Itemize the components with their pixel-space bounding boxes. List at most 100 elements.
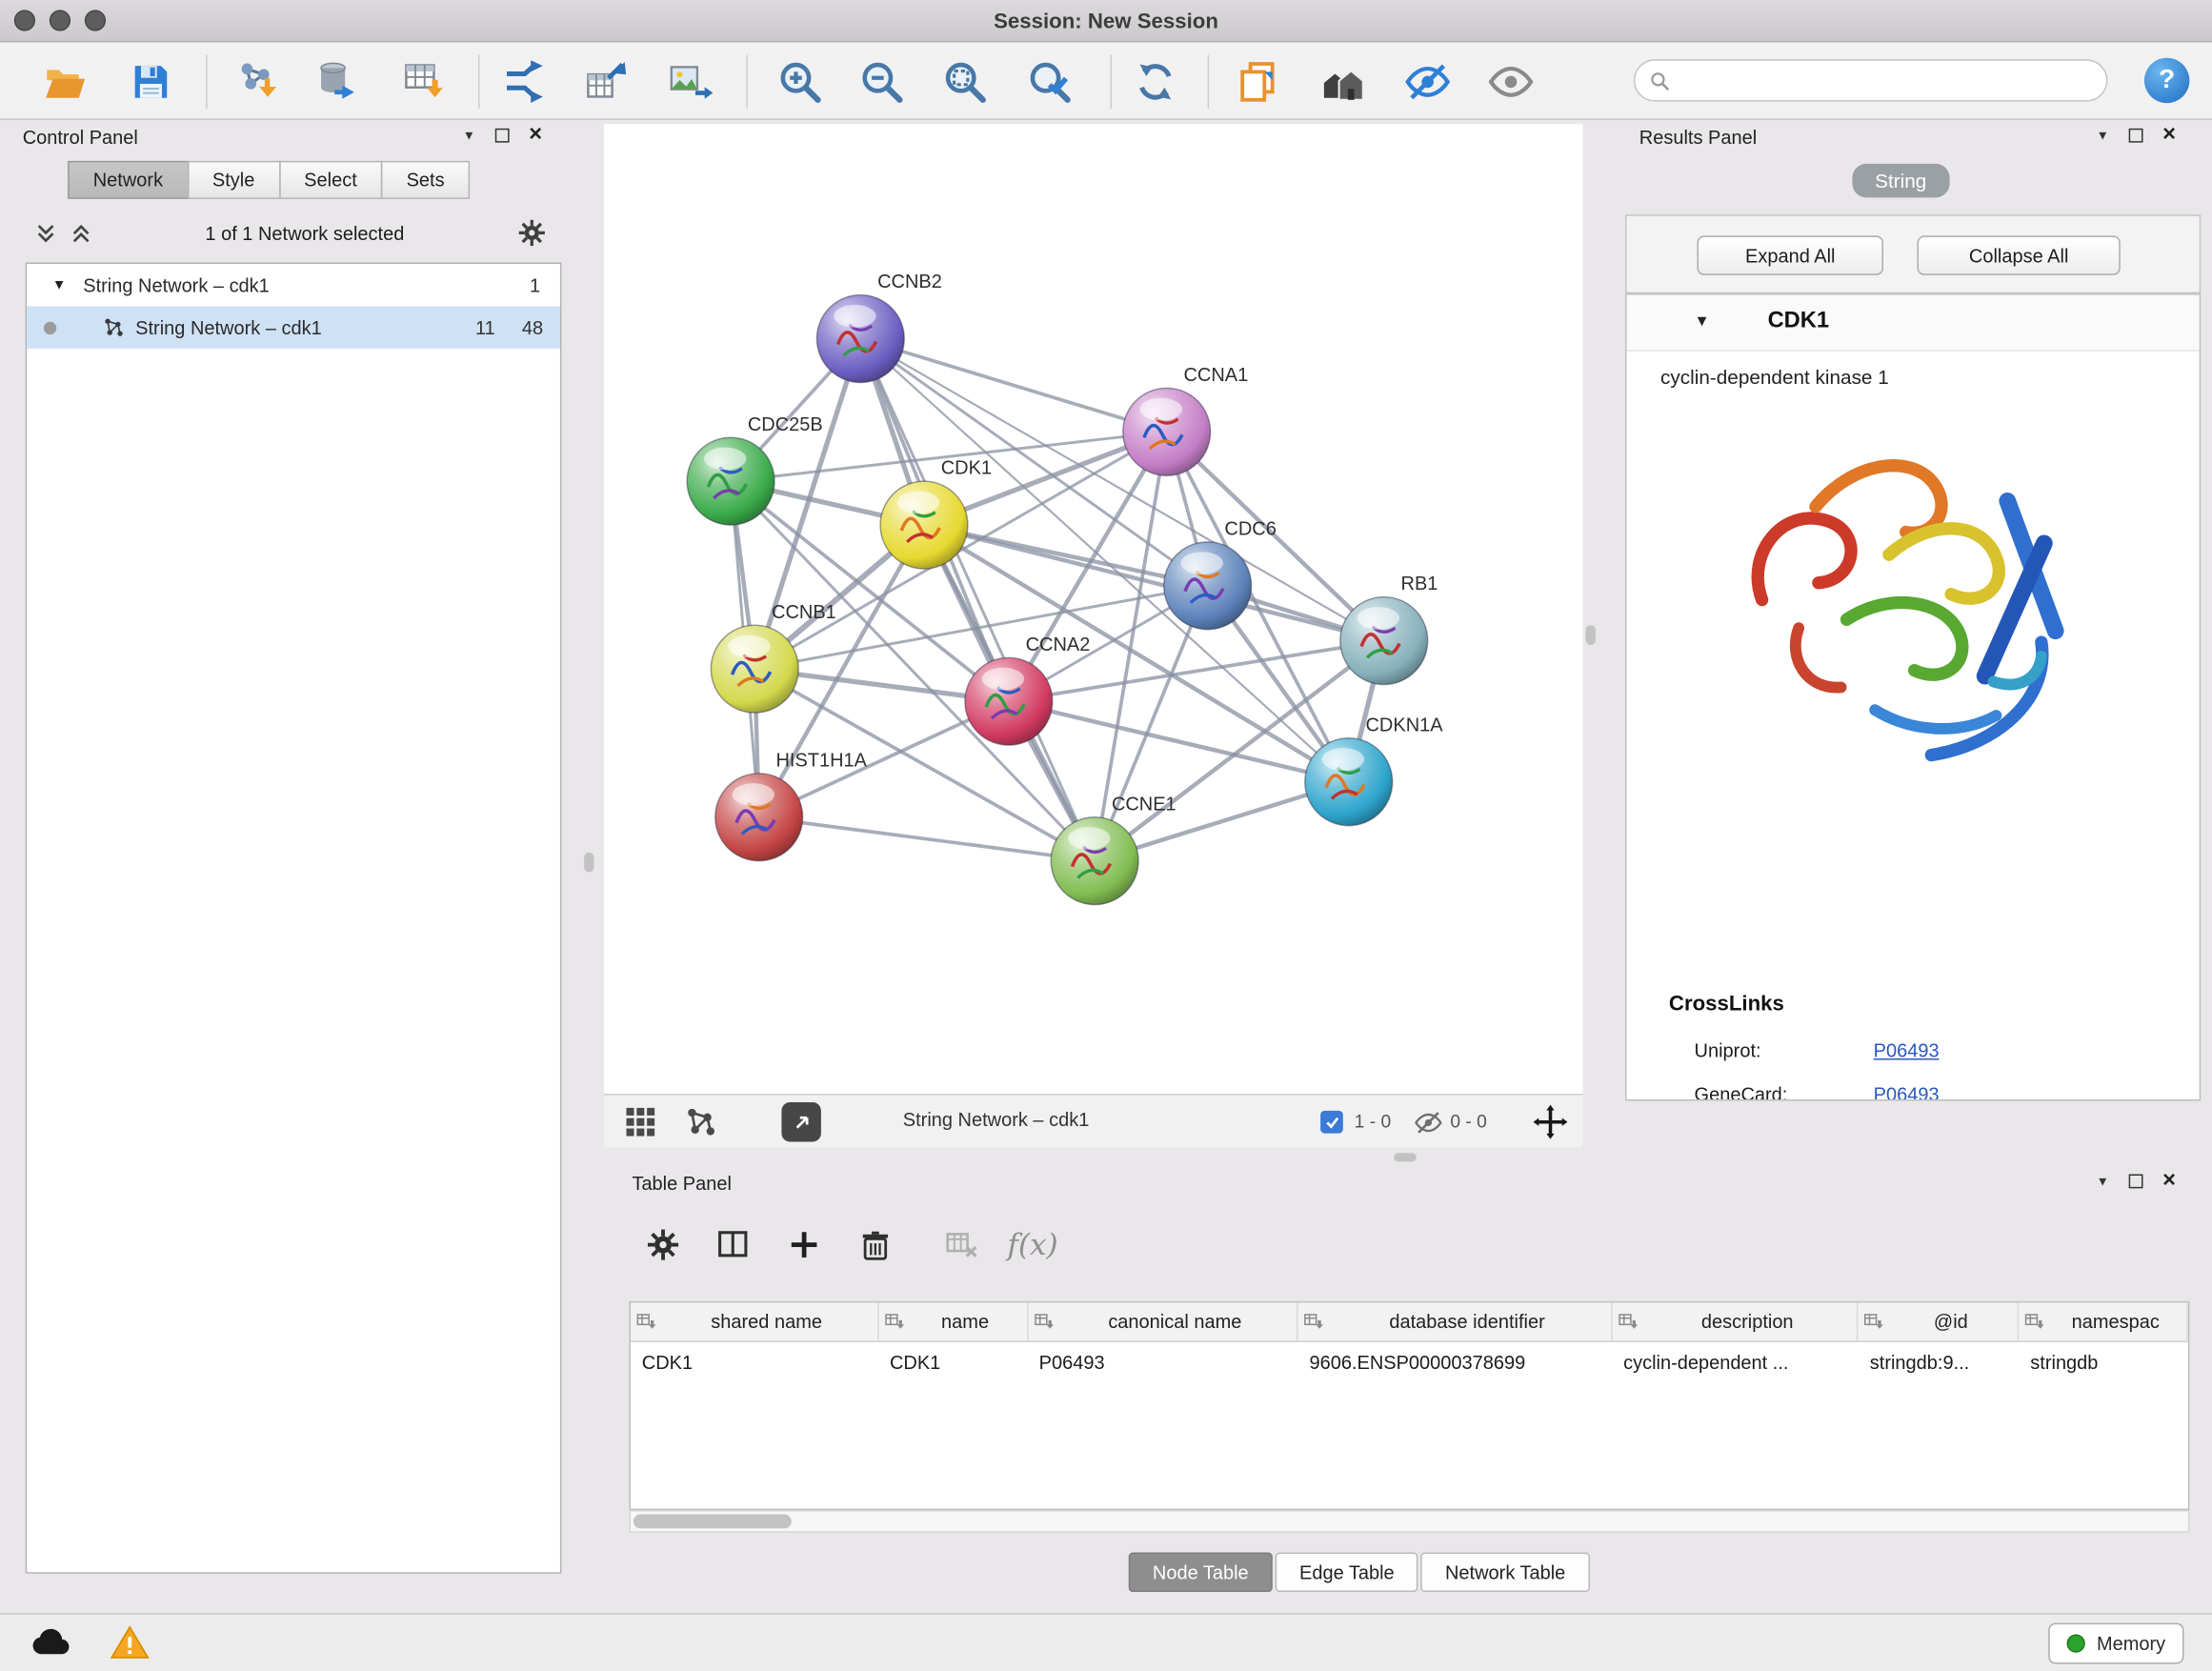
edge-CCNE1-HIST1H1A[interactable] bbox=[759, 817, 1095, 861]
network-collection-row[interactable]: ▼ String Network – cdk1 1 bbox=[27, 264, 560, 306]
birdseye-view-button[interactable] bbox=[624, 1105, 658, 1146]
crosslink-value[interactable]: P06493 bbox=[1874, 1040, 1940, 1061]
add-column-button[interactable] bbox=[775, 1217, 832, 1273]
network-row-selected[interactable]: String Network – cdk1 11 48 bbox=[27, 306, 560, 348]
string-source-badge[interactable]: String bbox=[1852, 164, 1949, 198]
save-session-button[interactable] bbox=[118, 50, 183, 114]
zoom-fit-button[interactable] bbox=[933, 50, 997, 114]
panel-menu-icon[interactable]: ▼ bbox=[2097, 129, 2109, 143]
column-header[interactable]: shared name bbox=[631, 1302, 878, 1340]
delete-column-button[interactable] bbox=[847, 1217, 903, 1273]
collapse-all-icon[interactable] bbox=[34, 221, 58, 245]
tab-edge-table[interactable]: Edge Table bbox=[1276, 1553, 1418, 1592]
panel-float-icon[interactable] bbox=[495, 129, 510, 143]
node-CCNA2[interactable] bbox=[965, 657, 1053, 745]
open-session-button[interactable] bbox=[32, 50, 97, 114]
node-CCNA1[interactable] bbox=[1123, 388, 1211, 475]
node-CDKN1A[interactable] bbox=[1305, 738, 1393, 826]
collapse-all-button[interactable]: Collapse All bbox=[1918, 235, 2121, 274]
node-CCNE1[interactable] bbox=[1051, 817, 1138, 905]
table-cell[interactable]: 9606.ENSP00000378699 bbox=[1298, 1342, 1613, 1381]
node-HIST1H1A[interactable] bbox=[715, 774, 803, 861]
disclosure-triangle-icon[interactable]: ▼ bbox=[1695, 313, 1710, 331]
node-CDK1[interactable] bbox=[880, 481, 968, 569]
show-columns-button[interactable] bbox=[705, 1217, 761, 1273]
expand-all-button[interactable]: Expand All bbox=[1698, 235, 1883, 274]
panel-menu-icon[interactable]: ▼ bbox=[2097, 1175, 2109, 1189]
column-header[interactable]: database identifier bbox=[1298, 1302, 1613, 1340]
delete-table-button-disabled[interactable] bbox=[934, 1217, 990, 1273]
import-network-from-file-button[interactable] bbox=[226, 50, 291, 114]
new-network-from-table-button[interactable] bbox=[574, 50, 639, 114]
search-input[interactable] bbox=[1679, 70, 2092, 91]
show-all-button[interactable] bbox=[1478, 50, 1543, 114]
detach-view-button[interactable] bbox=[781, 1102, 820, 1141]
edge-CDK1-RB1[interactable] bbox=[924, 525, 1384, 640]
selected-checkbox-icon[interactable] bbox=[1320, 1111, 1343, 1134]
network-overview-button[interactable] bbox=[683, 1105, 717, 1146]
panel-close-icon[interactable]: × bbox=[2162, 129, 2176, 143]
table-cell[interactable]: cyclin-dependent ... bbox=[1612, 1342, 1859, 1381]
tab-style[interactable]: Style bbox=[187, 161, 280, 199]
tab-network[interactable]: Network bbox=[68, 161, 189, 199]
expand-all-icon[interactable] bbox=[70, 221, 93, 245]
gear-icon[interactable] bbox=[516, 217, 548, 249]
node-CDC6[interactable] bbox=[1164, 542, 1252, 630]
table-cell[interactable]: stringdb bbox=[2019, 1342, 2187, 1381]
left-splitter-handle[interactable] bbox=[584, 853, 593, 873]
column-header[interactable]: name bbox=[878, 1302, 1028, 1340]
eye-slash-icon bbox=[1403, 58, 1451, 106]
scrollbar-thumb[interactable] bbox=[633, 1515, 792, 1529]
tab-sets[interactable]: Sets bbox=[381, 161, 470, 199]
panel-close-icon[interactable]: × bbox=[529, 129, 542, 143]
new-network-button[interactable] bbox=[493, 50, 557, 114]
function-builder-button[interactable]: f(x) bbox=[994, 1217, 1073, 1273]
panel-float-icon[interactable] bbox=[2129, 129, 2143, 143]
panel-close-icon[interactable]: × bbox=[2162, 1175, 2176, 1189]
panel-float-icon[interactable] bbox=[2129, 1175, 2143, 1189]
disclosure-triangle-icon[interactable]: ▼ bbox=[52, 277, 67, 292]
table-cell[interactable]: P06493 bbox=[1028, 1342, 1298, 1381]
refresh-button[interactable] bbox=[1123, 50, 1188, 114]
table-cell[interactable]: CDK1 bbox=[878, 1342, 1028, 1381]
export-image-button[interactable] bbox=[657, 50, 722, 114]
table-settings-button[interactable] bbox=[634, 1217, 691, 1273]
help-button[interactable]: ? bbox=[2144, 58, 2189, 103]
zoom-out-button[interactable] bbox=[850, 50, 915, 114]
column-header[interactable]: @id bbox=[1859, 1302, 2020, 1340]
crosslink-value[interactable]: P06493 bbox=[1874, 1084, 1940, 1101]
tab-network-table[interactable]: Network Table bbox=[1421, 1553, 1590, 1592]
tab-node-table[interactable]: Node Table bbox=[1129, 1553, 1273, 1592]
column-header[interactable]: canonical name bbox=[1028, 1302, 1298, 1340]
bottom-splitter-handle[interactable] bbox=[1394, 1153, 1417, 1161]
table-cell[interactable]: stringdb:9... bbox=[1859, 1342, 2020, 1381]
cloud-status-button[interactable] bbox=[29, 1624, 73, 1668]
fit-content-button[interactable] bbox=[1532, 1103, 1569, 1147]
group-nodes-button[interactable] bbox=[1311, 50, 1376, 114]
node-RB1[interactable] bbox=[1340, 597, 1428, 685]
edge-CCNB2-CCNA1[interactable] bbox=[860, 339, 1166, 433]
table-cell[interactable]: CDK1 bbox=[631, 1342, 878, 1381]
gene-section-header[interactable]: ▼ CDK1 bbox=[1626, 295, 2199, 352]
hidden-eye-icon[interactable] bbox=[1414, 1108, 1443, 1137]
node-CCNB2[interactable] bbox=[816, 295, 904, 383]
right-splitter-handle[interactable] bbox=[1586, 625, 1596, 645]
import-network-from-database-button[interactable] bbox=[306, 50, 371, 114]
table-horizontal-scrollbar[interactable] bbox=[629, 1510, 2189, 1533]
network-canvas[interactable]: CCNB2CCNA1CDC25BCDK1CDC6RB1CCNB1CCNA2CDK… bbox=[604, 124, 1583, 1094]
zoom-selected-button[interactable] bbox=[1017, 50, 1082, 114]
warnings-button[interactable] bbox=[111, 1623, 150, 1670]
table-row[interactable]: CDK1CDK1P064939606.ENSP00000378699cyclin… bbox=[631, 1342, 2188, 1381]
import-table-from-file-button[interactable] bbox=[392, 50, 457, 114]
column-header[interactable]: namespac bbox=[2020, 1302, 2188, 1340]
zoom-in-button[interactable] bbox=[768, 50, 833, 114]
tab-select[interactable]: Select bbox=[279, 161, 383, 199]
column-header[interactable]: description bbox=[1612, 1302, 1859, 1340]
edge-CCNB2-CCNE1[interactable] bbox=[860, 339, 1095, 861]
copy-button[interactable] bbox=[1226, 50, 1291, 114]
panel-menu-icon[interactable]: ▼ bbox=[463, 129, 475, 143]
node-CCNB1[interactable] bbox=[711, 625, 798, 713]
node-CDC25B[interactable] bbox=[687, 437, 774, 525]
memory-button[interactable]: Memory bbox=[2049, 1623, 2184, 1664]
hide-selected-button[interactable] bbox=[1396, 50, 1460, 114]
